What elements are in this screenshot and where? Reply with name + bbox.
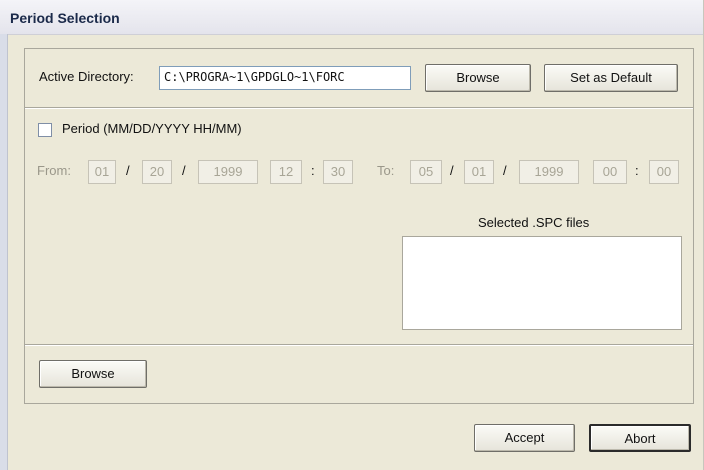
to-month-field[interactable]: 05	[410, 160, 442, 184]
from-hour-field[interactable]: 12	[270, 160, 302, 184]
to-year-field[interactable]: 1999	[519, 160, 579, 184]
from-year-field[interactable]: 1999	[198, 160, 258, 184]
directory-browse-button[interactable]: Browse	[425, 64, 531, 92]
active-directory-label: Active Directory:	[39, 69, 134, 84]
separator-top	[25, 107, 693, 109]
from-day-field[interactable]: 20	[142, 160, 172, 184]
left-frame-border	[0, 34, 8, 470]
from-month-field[interactable]: 01	[88, 160, 116, 184]
to-day-field[interactable]: 01	[464, 160, 494, 184]
separator-bottom	[25, 344, 693, 346]
set-as-default-button[interactable]: Set as Default	[544, 64, 678, 92]
from-date-sep-2: /	[182, 163, 186, 178]
from-label: From:	[37, 163, 71, 178]
selected-files-list[interactable]	[402, 236, 682, 330]
from-minute-field[interactable]: 30	[323, 160, 353, 184]
period-checkbox-label: Period (MM/DD/YYYY HH/MM)	[62, 121, 242, 136]
from-date-sep-1: /	[126, 163, 130, 178]
settings-panel: Active Directory: C:\PROGRA~1\GPDGLO~1\F…	[24, 48, 694, 404]
to-date-sep-1: /	[450, 163, 454, 178]
to-time-sep: :	[635, 163, 639, 178]
to-minute-field[interactable]: 00	[649, 160, 679, 184]
to-label: To:	[377, 163, 395, 178]
selected-files-label: Selected .SPC files	[478, 215, 590, 230]
window-title: Period Selection	[10, 10, 120, 26]
period-checkbox[interactable]	[38, 123, 52, 137]
files-browse-button[interactable]: Browse	[39, 360, 147, 388]
abort-button[interactable]: Abort	[589, 424, 691, 452]
to-hour-field[interactable]: 00	[593, 160, 627, 184]
period-selection-dialog: Period Selection Active Directory: C:\PR…	[0, 0, 704, 470]
title-bar: Period Selection	[0, 0, 703, 35]
accept-button[interactable]: Accept	[474, 424, 575, 452]
from-time-sep: :	[311, 163, 315, 178]
active-directory-input[interactable]: C:\PROGRA~1\GPDGLO~1\FORC	[159, 66, 411, 90]
to-date-sep-2: /	[503, 163, 507, 178]
